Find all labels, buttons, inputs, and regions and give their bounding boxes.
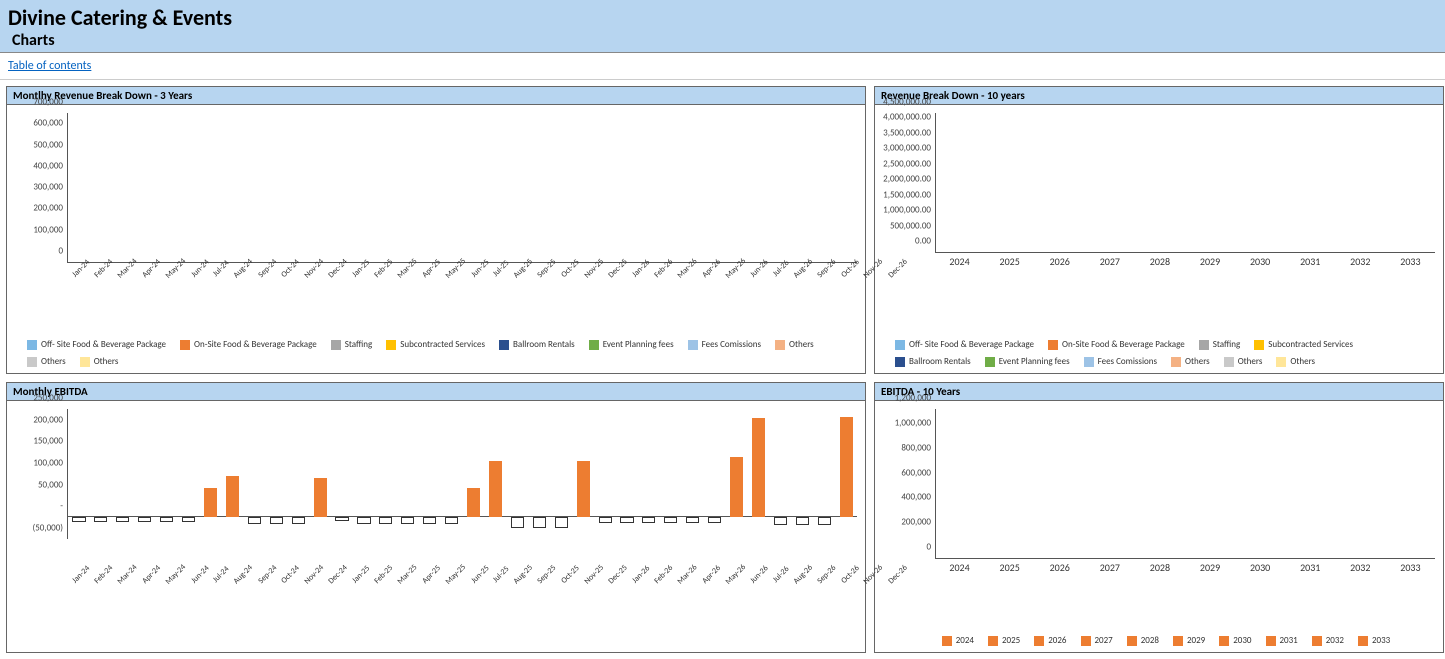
legend-item: Fees Comissions: [688, 339, 761, 350]
legend-item: On-Site Food & Beverage Package: [1048, 339, 1185, 350]
chart-annual-ebitda: 0200,000400,000600,000800,0001,000,0001,…: [875, 401, 1443, 631]
bar: [138, 517, 151, 521]
legend-item: Subcontracted Services: [1254, 339, 1353, 350]
legend-annual-ebitda: 2024 2025 2026 2027 2028 2029 2030 2031 2032 2033: [875, 631, 1443, 652]
toc-link[interactable]: Table of contents: [8, 59, 91, 73]
bar: [818, 517, 831, 525]
bar: [72, 517, 85, 521]
bar: [357, 517, 370, 524]
bar: [796, 517, 809, 525]
bar: [664, 517, 677, 522]
bar: [226, 476, 239, 517]
bar: [730, 457, 743, 518]
legend-item: 2026: [1034, 635, 1066, 646]
bar: [642, 517, 655, 522]
bar: [248, 517, 261, 524]
page-header: Divine Catering & Events Charts: [0, 0, 1445, 53]
bar: [401, 517, 414, 524]
legend-item: 2032: [1312, 635, 1344, 646]
legend-item: 2028: [1127, 635, 1159, 646]
legend-item: Off- Site Food & Beverage Package: [27, 339, 166, 350]
panel-title: Revenue Break Down - 10 years: [875, 87, 1443, 105]
bar: [533, 517, 546, 528]
legend-item: Staffing: [1199, 339, 1241, 350]
charts-grid: Montlhy Revenue Break Down - 3 Years 010…: [0, 80, 1445, 659]
bar: [620, 517, 633, 522]
bar: [314, 478, 327, 517]
legend-item: Subcontracted Services: [386, 339, 485, 350]
bar: [467, 488, 480, 517]
legend-item: 2027: [1081, 635, 1113, 646]
legend-item: 2029: [1173, 635, 1205, 646]
bar: [445, 517, 458, 524]
legend-item: 2030: [1219, 635, 1251, 646]
page-subtitle: Charts: [8, 31, 1437, 50]
legend-item: Event Planning fees: [589, 339, 674, 350]
panel-monthly-revenue: Montlhy Revenue Break Down - 3 Years 010…: [6, 86, 866, 374]
legend-item: 2033: [1358, 635, 1390, 646]
legend-item: Others: [775, 339, 814, 350]
company-title: Divine Catering & Events: [8, 4, 1437, 31]
bar: [577, 461, 590, 517]
panel-title: EBITDA - 10 Years: [875, 383, 1443, 401]
bar: [94, 517, 107, 521]
bar: [292, 517, 305, 524]
legend-item: Ballroom Rentals: [895, 356, 971, 367]
legend-item: Others: [1224, 356, 1263, 367]
bar: [840, 417, 853, 518]
chart-monthly-revenue: 0100,000200,000300,000400,000500,000600,…: [7, 105, 865, 335]
bar: [270, 517, 283, 524]
chart-annual-revenue: 0.00500,000.001,000,000.001,500,000.002,…: [875, 105, 1443, 335]
bar: [686, 517, 699, 522]
panel-monthly-ebitda: Monthly EBITDA (50,000)-50,000100,000150…: [6, 382, 866, 653]
chart-monthly-ebitda: (50,000)-50,000100,000150,000200,000250,…: [7, 401, 865, 631]
bar: [708, 517, 721, 522]
panel-annual-ebitda: EBITDA - 10 Years 0200,000400,000600,000…: [874, 382, 1444, 653]
panel-title: Monthly EBITDA: [7, 383, 865, 401]
legend-item: Fees Comissions: [1084, 356, 1157, 367]
bar: [555, 517, 568, 528]
legend-item: Others: [1171, 356, 1210, 367]
bar: [599, 517, 612, 522]
legend-item: Others: [27, 356, 66, 367]
bar: [116, 517, 129, 521]
legend-item: Ballroom Rentals: [499, 339, 575, 350]
toc-row: Table of contents: [0, 53, 1445, 80]
legend-item: 2024: [942, 635, 974, 646]
bar: [204, 488, 217, 517]
bar: [160, 517, 173, 521]
panel-title: Montlhy Revenue Break Down - 3 Years: [7, 87, 865, 105]
legend-item: Off- Site Food & Beverage Package: [895, 339, 1034, 350]
legend-annual-revenue: Off- Site Food & Beverage Package On-Site…: [875, 335, 1443, 373]
legend-monthly-revenue: Off- Site Food & Beverage Package On-Site…: [7, 335, 865, 373]
legend-item: 2031: [1266, 635, 1298, 646]
legend-item: Staffing: [331, 339, 373, 350]
legend-item: Others: [1276, 356, 1315, 367]
legend-item: 2025: [988, 635, 1020, 646]
legend-item: Others: [80, 356, 119, 367]
bar: [423, 517, 436, 524]
bar: [511, 517, 524, 528]
bar: [335, 517, 348, 520]
bar: [379, 517, 392, 524]
bar: [774, 517, 787, 525]
bar: [752, 418, 765, 518]
bar: [489, 461, 502, 517]
legend-item: Event Planning fees: [985, 356, 1070, 367]
panel-annual-revenue: Revenue Break Down - 10 years 0.00500,00…: [874, 86, 1444, 374]
legend-item: On-Site Food & Beverage Package: [180, 339, 317, 350]
bar: [182, 517, 195, 521]
